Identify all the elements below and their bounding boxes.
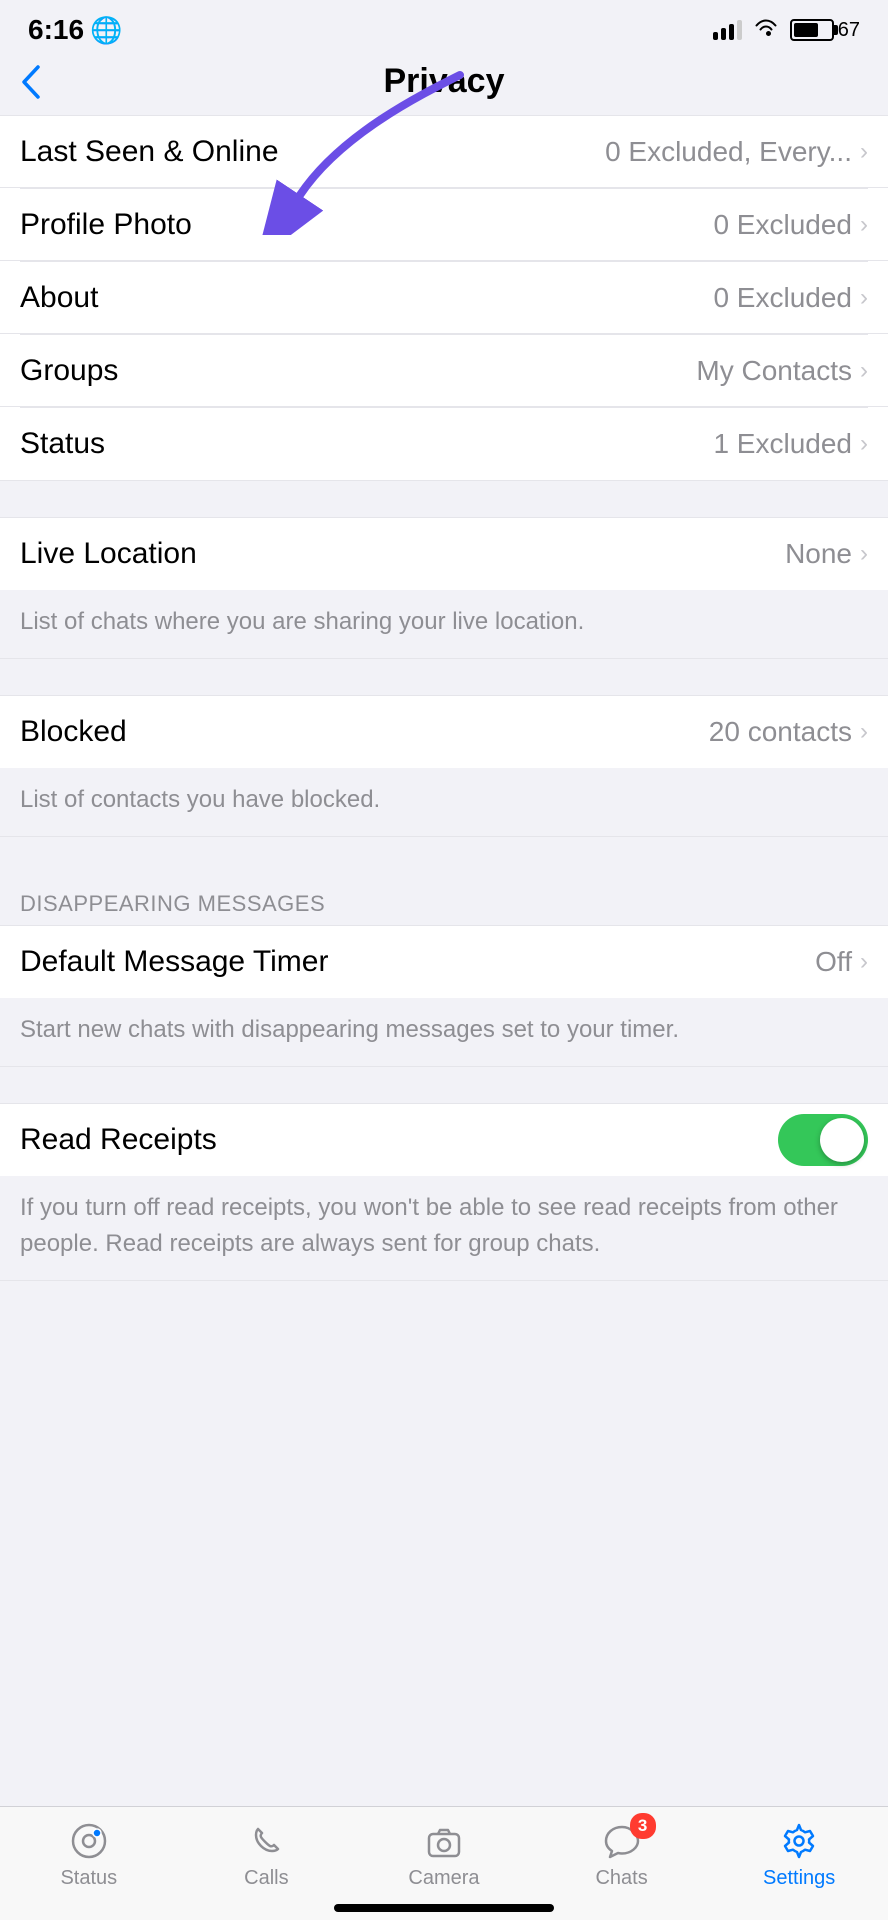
read-receipts-description: If you turn off read receipts, you won't…: [0, 1176, 888, 1281]
profile-photo-value-wrap: 0 Excluded ›: [713, 209, 868, 241]
read-receipts-label: Read Receipts: [20, 1123, 217, 1157]
disappearing-section: DISAPPEARING MESSAGES Default Message Ti…: [0, 873, 888, 1067]
chevron-icon: ›: [860, 540, 868, 568]
chevron-icon: ›: [860, 357, 868, 385]
chevron-icon: ›: [860, 138, 868, 166]
blocked-value-wrap: 20 contacts ›: [709, 716, 868, 748]
message-timer-row[interactable]: Default Message Timer Off ›: [0, 926, 888, 998]
blocked-row[interactable]: Blocked 20 contacts ›: [0, 696, 888, 768]
camera-icon: [424, 1821, 464, 1861]
calls-icon: [246, 1821, 286, 1861]
tab-status-label: Status: [60, 1867, 117, 1890]
status-privacy-label: Status: [20, 427, 105, 461]
last-seen-row[interactable]: Last Seen & Online 0 Excluded, Every... …: [0, 116, 888, 188]
home-indicator: [334, 1904, 554, 1912]
about-row[interactable]: About 0 Excluded ›: [0, 262, 888, 334]
privacy-section: Last Seen & Online 0 Excluded, Every... …: [0, 115, 888, 481]
section-gap-4: [0, 1067, 888, 1103]
chevron-icon: ›: [860, 718, 868, 746]
chevron-icon: ›: [860, 430, 868, 458]
blocked-label: Blocked: [20, 715, 127, 749]
back-button[interactable]: [20, 63, 42, 101]
section-gap-3: [0, 837, 888, 873]
globe-icon: 🌐: [90, 15, 122, 46]
profile-photo-value: 0 Excluded: [713, 209, 852, 241]
settings-icon: [779, 1821, 819, 1861]
groups-label: Groups: [20, 354, 118, 388]
page-title: Privacy: [384, 62, 505, 101]
message-timer-label: Default Message Timer: [20, 945, 328, 979]
status-time: 6:16: [28, 14, 84, 46]
disappearing-header: DISAPPEARING MESSAGES: [0, 873, 888, 925]
about-value: 0 Excluded: [713, 282, 852, 314]
tab-camera[interactable]: Camera: [394, 1821, 494, 1890]
groups-value: My Contacts: [696, 355, 852, 387]
live-location-label: Live Location: [20, 537, 197, 571]
read-receipts-toggle[interactable]: [778, 1114, 868, 1166]
signal-bars-icon: [713, 20, 742, 40]
section-gap-1: [0, 481, 888, 517]
blocked-value: 20 contacts: [709, 716, 852, 748]
chats-badge: 3: [630, 1813, 656, 1839]
chevron-icon: ›: [860, 284, 868, 312]
tab-settings-label: Settings: [763, 1867, 835, 1890]
groups-value-wrap: My Contacts ›: [696, 355, 868, 387]
message-timer-value: Off: [815, 946, 852, 978]
section-gap-2: [0, 659, 888, 695]
about-value-wrap: 0 Excluded ›: [713, 282, 868, 314]
tab-bar: Status Calls Camera 3 Chats: [0, 1806, 888, 1920]
status-privacy-row[interactable]: Status 1 Excluded ›: [0, 408, 888, 480]
read-receipts-row[interactable]: Read Receipts: [0, 1104, 888, 1176]
about-label: About: [20, 281, 98, 315]
status-privacy-value-wrap: 1 Excluded ›: [713, 428, 868, 460]
live-location-section: Live Location None › List of chats where…: [0, 517, 888, 659]
live-location-value-wrap: None ›: [785, 538, 868, 570]
blocked-section: Blocked 20 contacts › List of contacts y…: [0, 695, 888, 837]
status-bar: 6:16 🌐 67: [0, 0, 888, 54]
chevron-icon: ›: [860, 211, 868, 239]
last-seen-value: 0 Excluded, Every...: [605, 136, 852, 168]
last-seen-value-wrap: 0 Excluded, Every... ›: [605, 136, 868, 168]
status-icon: [69, 1821, 109, 1861]
blocked-description: List of contacts you have blocked.: [0, 768, 888, 837]
tab-chats[interactable]: 3 Chats: [572, 1821, 672, 1890]
tab-chats-label: Chats: [595, 1867, 647, 1890]
disappearing-description: Start new chats with disappearing messag…: [0, 998, 888, 1067]
content-area: Last Seen & Online 0 Excluded, Every... …: [0, 115, 888, 1461]
tab-status[interactable]: Status: [39, 1821, 139, 1890]
live-location-description: List of chats where you are sharing your…: [0, 590, 888, 659]
wifi-icon: [752, 18, 780, 43]
tab-calls[interactable]: Calls: [216, 1821, 316, 1890]
status-icons: 67: [713, 18, 860, 43]
tab-settings[interactable]: Settings: [749, 1821, 849, 1890]
last-seen-label: Last Seen & Online: [20, 135, 279, 169]
tab-camera-label: Camera: [408, 1867, 479, 1890]
status-privacy-value: 1 Excluded: [713, 428, 852, 460]
groups-row[interactable]: Groups My Contacts ›: [0, 335, 888, 407]
chevron-icon: ›: [860, 948, 868, 976]
battery-icon: 67: [790, 19, 860, 42]
tab-calls-label: Calls: [244, 1867, 288, 1890]
battery-percent: 67: [838, 19, 860, 42]
message-timer-value-wrap: Off ›: [815, 946, 868, 978]
profile-photo-row[interactable]: Profile Photo 0 Excluded ›: [0, 189, 888, 261]
live-location-value: None: [785, 538, 852, 570]
live-location-row[interactable]: Live Location None ›: [0, 518, 888, 590]
profile-photo-label: Profile Photo: [20, 208, 192, 242]
read-receipts-section: Read Receipts If you turn off read recei…: [0, 1103, 888, 1281]
toggle-knob: [820, 1118, 864, 1162]
nav-header: Privacy: [0, 54, 888, 115]
chats-icon: 3: [602, 1821, 642, 1861]
